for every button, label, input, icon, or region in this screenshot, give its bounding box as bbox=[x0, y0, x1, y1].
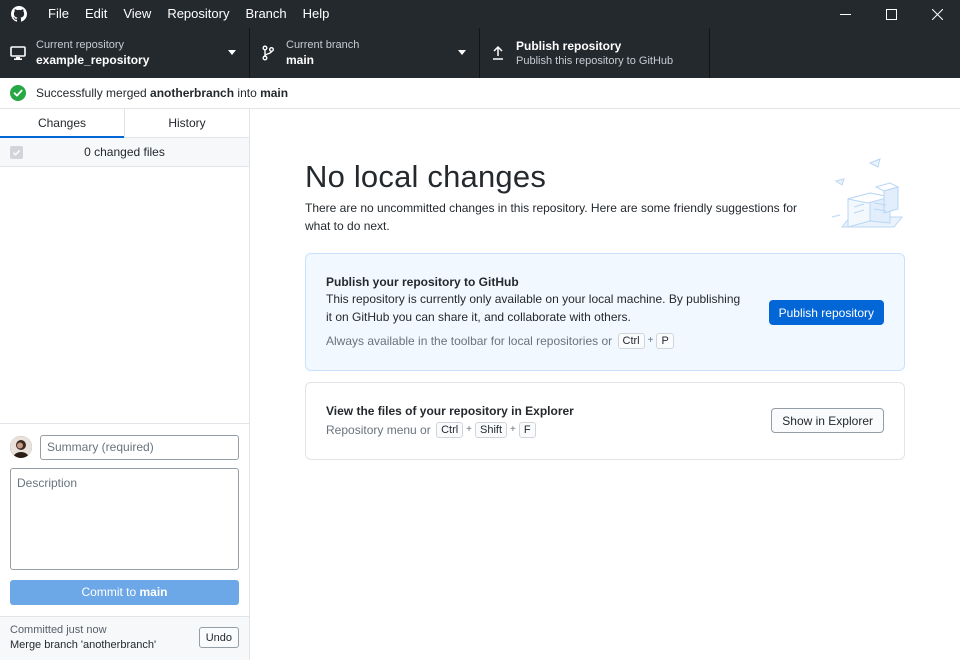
explorer-suggestion-card: View the files of your repository in Exp… bbox=[305, 382, 905, 460]
publish-card-hint: Always available in the toolbar for loca… bbox=[326, 332, 884, 350]
close-icon[interactable] bbox=[914, 0, 960, 28]
title-bar: File Edit View Repository Branch Help bbox=[0, 0, 960, 28]
page-subtitle: There are no uncommitted changes in this… bbox=[305, 201, 798, 233]
publish-card-body: This repository is currently only availa… bbox=[326, 292, 741, 324]
minimize-icon[interactable] bbox=[822, 0, 868, 28]
avatar bbox=[10, 436, 32, 458]
current-repository-label: Current repository bbox=[36, 39, 125, 51]
merge-success-banner: Successfully merged anotherbranch into m… bbox=[0, 78, 960, 109]
description-input[interactable] bbox=[10, 468, 239, 570]
select-all-checkbox[interactable] bbox=[10, 146, 23, 159]
changed-files-count: 0 changed files bbox=[84, 145, 165, 159]
kbd-plus: + bbox=[466, 424, 473, 435]
commit-branch-name: main bbox=[139, 585, 168, 599]
tab-changes[interactable]: Changes bbox=[0, 109, 124, 138]
kbd-ctrl: Ctrl bbox=[436, 422, 464, 438]
sidebar-tabs: Changes History bbox=[0, 109, 249, 138]
commit-form: Commit to main bbox=[0, 423, 249, 615]
banner-message: Successfully merged anotherbranch into m… bbox=[36, 86, 289, 100]
last-commit-panel: Committed just now Merge branch 'another… bbox=[0, 616, 249, 660]
github-logo-icon bbox=[11, 6, 27, 22]
publish-card-title: Publish your repository to GitHub bbox=[326, 275, 519, 289]
kbd-ctrl: Ctrl bbox=[617, 333, 645, 349]
maximize-icon[interactable] bbox=[868, 0, 914, 28]
publish-repository-toolbar-button[interactable]: Publish repository Publish this reposito… bbox=[480, 28, 710, 78]
current-repository-button[interactable]: Current repository example_repository bbox=[0, 28, 250, 78]
kbd-plus: + bbox=[647, 335, 654, 346]
publish-repository-desc: Publish this repository to GitHub bbox=[516, 55, 674, 67]
chevron-down-icon bbox=[458, 50, 466, 55]
explorer-hint-text: Repository menu or bbox=[326, 423, 431, 437]
check-circle-icon bbox=[10, 85, 26, 101]
upload-icon bbox=[490, 45, 506, 61]
undo-button[interactable]: Undo bbox=[198, 627, 239, 648]
publish-repository-title: Publish repository bbox=[516, 39, 622, 53]
empty-state-illustration-icon bbox=[830, 157, 906, 235]
sidebar: Changes History 0 changed files Commit t… bbox=[0, 109, 250, 660]
menu-repository[interactable]: Repository bbox=[159, 0, 237, 28]
computer-icon bbox=[10, 45, 26, 61]
menu-view[interactable]: View bbox=[115, 0, 159, 28]
publish-repository-button[interactable]: Publish repository bbox=[768, 300, 884, 325]
menu-bar: File Edit View Repository Branch Help bbox=[40, 0, 337, 28]
kbd-p: P bbox=[656, 333, 674, 349]
kbd-shift: Shift bbox=[475, 422, 508, 438]
publish-hint-text: Always available in the toolbar for loca… bbox=[326, 334, 613, 348]
window-controls bbox=[822, 0, 960, 28]
banner-source-branch: anotherbranch bbox=[150, 86, 235, 100]
toolbar: Current repository example_repository Cu… bbox=[0, 28, 960, 78]
show-in-explorer-button[interactable]: Show in Explorer bbox=[771, 408, 884, 433]
kbd-plus: + bbox=[510, 424, 516, 435]
current-branch-button[interactable]: Current branch main bbox=[250, 28, 480, 78]
main-panel: No local changes There are no uncommitte… bbox=[250, 109, 960, 660]
menu-edit[interactable]: Edit bbox=[77, 0, 115, 28]
changes-header: 0 changed files bbox=[0, 138, 249, 167]
tab-history[interactable]: History bbox=[124, 109, 249, 137]
branch-icon bbox=[260, 45, 276, 61]
chevron-down-icon bbox=[228, 50, 236, 55]
menu-help[interactable]: Help bbox=[295, 0, 338, 28]
kbd-f: F bbox=[518, 422, 536, 438]
commit-button[interactable]: Commit to main bbox=[10, 580, 239, 605]
current-branch-label: Current branch bbox=[286, 39, 360, 51]
current-repository-name: example_repository bbox=[36, 53, 150, 67]
summary-input[interactable] bbox=[40, 434, 239, 460]
banner-target-branch: main bbox=[260, 86, 289, 100]
menu-file[interactable]: File bbox=[40, 0, 77, 28]
current-branch-name: main bbox=[286, 53, 315, 67]
page-title: No local changes bbox=[305, 159, 547, 194]
menu-branch[interactable]: Branch bbox=[237, 0, 294, 28]
publish-suggestion-card: Publish your repository to GitHub This r… bbox=[305, 253, 905, 371]
